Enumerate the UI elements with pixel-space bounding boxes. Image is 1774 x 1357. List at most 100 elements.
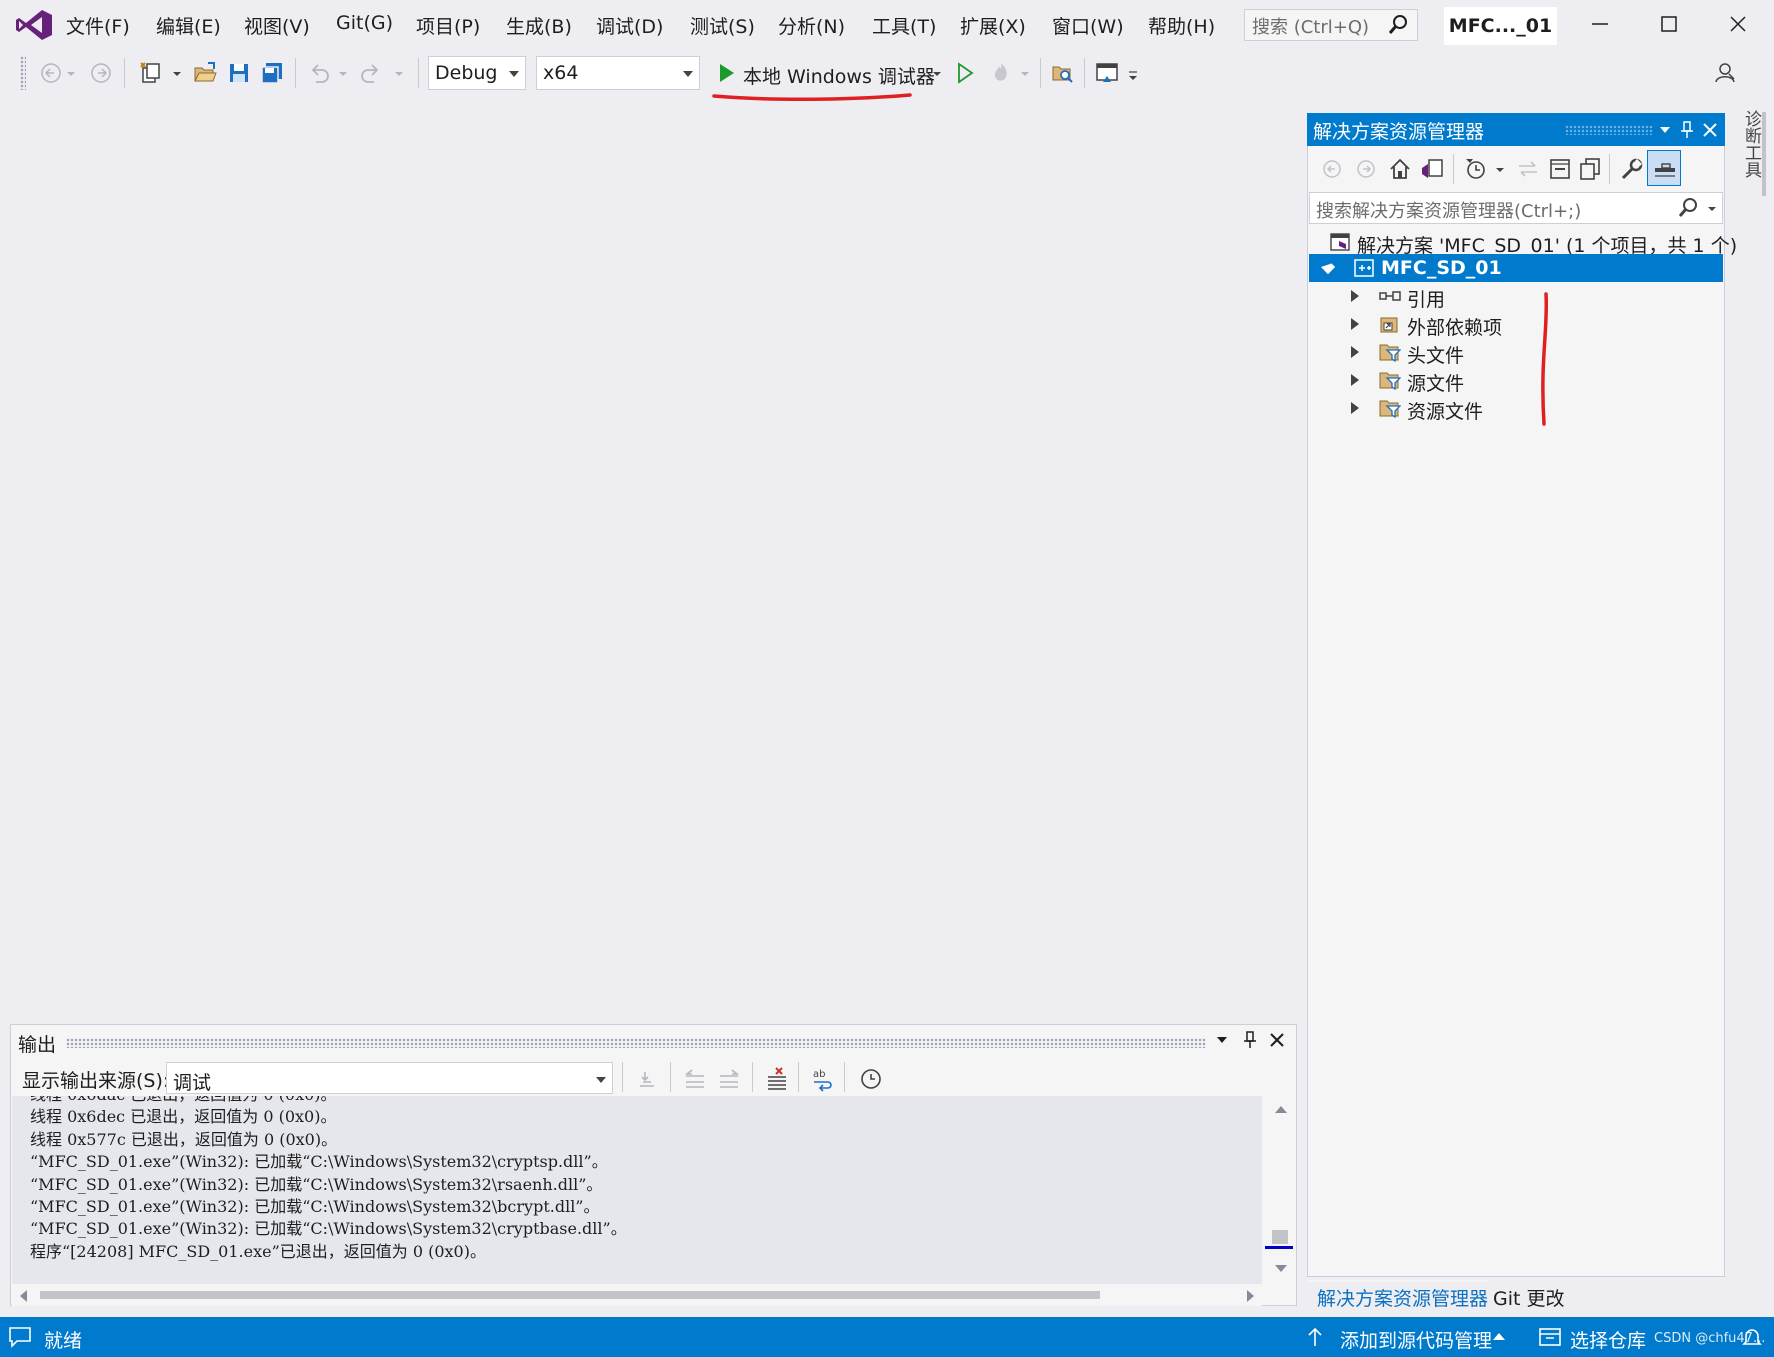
navigate-forward-icon[interactable] — [1353, 156, 1379, 182]
menu-analyze[interactable]: 分析(N) — [778, 12, 845, 39]
switch-views-icon[interactable] — [1419, 156, 1445, 182]
collapse-all-icon[interactable] — [1547, 156, 1573, 182]
hot-reload-icon[interactable] — [988, 60, 1014, 86]
tab-solution-explorer[interactable]: 解决方案资源管理器 — [1317, 1284, 1488, 1311]
collapsed-arrow-icon[interactable] — [1351, 402, 1359, 414]
expanded-arrow-icon[interactable] — [1320, 259, 1336, 275]
chevron-down-icon[interactable] — [392, 60, 406, 86]
pin-icon[interactable] — [1242, 1030, 1258, 1050]
solution-explorer-search-input[interactable]: 搜索解决方案资源管理器(Ctrl+;) — [1309, 192, 1723, 224]
tree-item-external-dependencies[interactable]: 外部依赖项 — [1309, 310, 1723, 339]
preview-selected-items-button[interactable] — [1647, 150, 1681, 186]
select-repository-button[interactable]: 选择仓库 — [1570, 1326, 1646, 1353]
browser-link-icon[interactable] — [1094, 60, 1120, 86]
menu-debug[interactable]: 调试(D) — [596, 12, 663, 39]
output-vertical-scrollbar[interactable] — [1262, 1096, 1296, 1284]
new-project-icon[interactable] — [138, 60, 164, 86]
chevron-down-icon[interactable] — [1493, 156, 1507, 182]
find-message-in-code-icon[interactable] — [634, 1066, 660, 1092]
external-dependencies-icon — [1380, 317, 1398, 333]
solution-configuration-select[interactable]: Debug — [428, 56, 526, 90]
tree-item-header-files[interactable]: 头文件 — [1309, 338, 1723, 367]
close-icon[interactable] — [1701, 121, 1719, 139]
menu-window[interactable]: 窗口(W) — [1052, 12, 1124, 39]
tab-git-changes[interactable]: Git 更改 — [1493, 1284, 1565, 1311]
tree-solution-node[interactable]: 解决方案 'MFC_SD_01' (1 个项目，共 1 个) — [1309, 228, 1737, 257]
save-icon[interactable] — [226, 60, 252, 86]
scroll-up-icon[interactable] — [1274, 1104, 1288, 1114]
save-all-icon[interactable] — [259, 60, 285, 86]
menu-edit[interactable]: 编辑(E) — [156, 12, 221, 39]
chevron-up-icon[interactable] — [1492, 1331, 1506, 1341]
chevron-down-icon[interactable] — [64, 60, 78, 86]
menu-tools[interactable]: 工具(T) — [872, 12, 936, 39]
quick-search-input[interactable]: 搜索 (Ctrl+Q) — [1244, 9, 1418, 41]
close-icon[interactable] — [1724, 10, 1752, 38]
chevron-down-icon[interactable] — [336, 60, 350, 86]
open-file-icon[interactable] — [192, 60, 218, 86]
live-share-feedback-icon[interactable] — [1712, 60, 1738, 86]
output-source-select[interactable]: 调试 — [166, 1062, 613, 1094]
collapsed-arrow-icon[interactable] — [1351, 318, 1359, 330]
tree-project-node[interactable]: MFC_SD_01 — [1309, 254, 1723, 282]
visual-studio-logo-icon[interactable] — [14, 8, 54, 42]
pin-icon[interactable] — [1679, 120, 1695, 140]
navigate-back-icon[interactable] — [1319, 156, 1345, 182]
start-without-debugging-icon[interactable] — [952, 60, 978, 86]
menu-git[interactable]: Git(G) — [336, 12, 393, 34]
menu-extensions[interactable]: 扩展(X) — [960, 12, 1026, 39]
toggle-word-wrap-icon[interactable]: ab — [810, 1066, 836, 1092]
chevron-down-icon[interactable] — [170, 60, 184, 86]
scroll-down-icon[interactable] — [1274, 1264, 1288, 1274]
menu-test[interactable]: 测试(S) — [690, 12, 755, 39]
window-position-dropdown-icon[interactable] — [1657, 122, 1673, 138]
chevron-down-icon[interactable] — [1018, 60, 1032, 86]
chevron-down-icon[interactable] — [1706, 203, 1718, 215]
start-debugging-button[interactable]: 本地 Windows 调试器 — [743, 62, 935, 89]
chevron-down-icon — [509, 71, 519, 77]
home-icon[interactable] — [1387, 156, 1413, 182]
chevron-down-icon[interactable] — [930, 60, 944, 86]
add-to-source-control-button[interactable]: 添加到源代码管理 — [1340, 1326, 1492, 1353]
scroll-left-icon[interactable] — [18, 1289, 28, 1303]
scroll-right-icon[interactable] — [1246, 1289, 1256, 1303]
menu-file[interactable]: 文件(F) — [66, 12, 130, 39]
maximize-icon[interactable] — [1655, 10, 1683, 38]
collapsed-arrow-icon[interactable] — [1351, 374, 1359, 386]
menu-view[interactable]: 视图(V) — [244, 12, 310, 39]
tab-diagnostic-tools[interactable]: 诊断工具 — [1736, 110, 1764, 200]
find-in-files-icon[interactable] — [1050, 60, 1076, 86]
undo-icon[interactable] — [306, 60, 332, 86]
scroll-thumb[interactable] — [1272, 1230, 1288, 1244]
pending-changes-filter-icon[interactable] — [1463, 156, 1489, 182]
toolbar-options-icon[interactable] — [1126, 64, 1140, 90]
next-message-icon[interactable] — [716, 1066, 742, 1092]
close-icon[interactable] — [1268, 1031, 1286, 1049]
show-all-files-icon[interactable] — [1577, 156, 1603, 182]
clear-all-icon[interactable] — [764, 1066, 790, 1092]
menu-project[interactable]: 项目(P) — [416, 12, 480, 39]
minimize-icon[interactable] — [1586, 10, 1614, 38]
output-text-area[interactable]: 线程 0x6dac 已退出，返回值为 0 (0x0)。 线程 0x6dec 已退… — [12, 1096, 1262, 1284]
previous-message-icon[interactable] — [682, 1066, 708, 1092]
start-debugging-icon[interactable] — [714, 61, 738, 85]
redo-icon[interactable] — [358, 60, 384, 86]
navigate-back-icon[interactable] — [38, 60, 64, 86]
tree-item-resource-files[interactable]: 资源文件 — [1309, 394, 1723, 423]
timestamp-clock-icon[interactable] — [858, 1066, 884, 1092]
tree-item-references[interactable]: 引用 — [1309, 282, 1723, 311]
window-position-dropdown-icon[interactable] — [1214, 1032, 1230, 1048]
collapsed-arrow-icon[interactable] — [1351, 290, 1359, 302]
notifications-bell-icon[interactable] — [1740, 1326, 1764, 1348]
collapsed-arrow-icon[interactable] — [1351, 346, 1359, 358]
navigate-forward-icon[interactable] — [88, 60, 114, 86]
sync-with-active-document-icon[interactable] — [1515, 156, 1541, 182]
notification-icon[interactable] — [8, 1326, 32, 1348]
solution-platform-select[interactable]: x64 — [536, 56, 700, 90]
menu-build[interactable]: 生成(B) — [506, 12, 572, 39]
scroll-thumb[interactable] — [40, 1291, 1100, 1299]
menu-help[interactable]: 帮助(H) — [1148, 12, 1215, 39]
tree-item-source-files[interactable]: 源文件 — [1309, 366, 1723, 395]
properties-wrench-icon[interactable] — [1619, 156, 1645, 182]
toolbar-grip[interactable] — [20, 56, 26, 90]
